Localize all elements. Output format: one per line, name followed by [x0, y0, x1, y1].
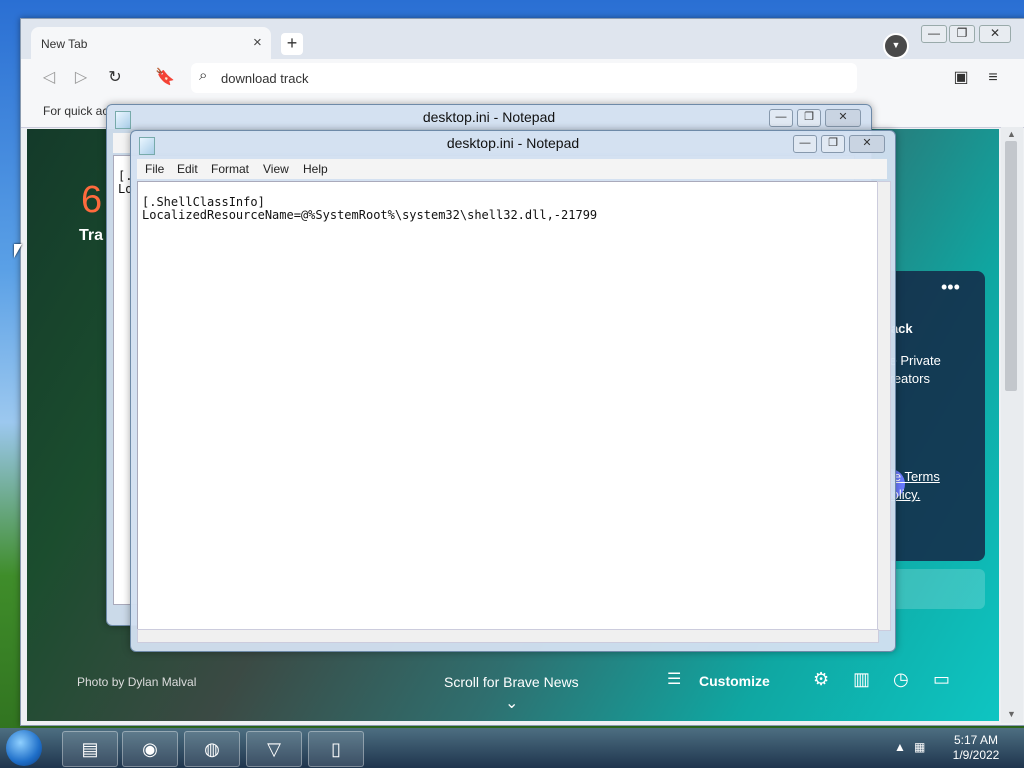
tab-strip: New Tab × + ▼ — ❐ ✕ — [21, 19, 1024, 59]
restore-button[interactable]: ❐ — [797, 109, 821, 127]
notepad-window-front[interactable]: desktop.ini - Notepad — ❐ ✕ File Edit Fo… — [130, 130, 896, 652]
file-explorer-icon[interactable]: ▤ — [62, 731, 118, 767]
network-icon[interactable]: ▦ — [914, 740, 925, 754]
close-button[interactable]: ✕ — [849, 135, 885, 153]
scroll-news-label[interactable]: Scroll for Brave News — [444, 674, 579, 690]
menu-help[interactable]: Help — [303, 162, 328, 176]
tab-close-icon[interactable]: × — [253, 34, 262, 51]
bookmarks-hint: For quick ac — [43, 104, 109, 118]
menu-edit[interactable]: Edit — [177, 162, 198, 176]
wallet-icon[interactable]: ▣ — [951, 68, 971, 88]
menu-view[interactable]: View — [263, 162, 289, 176]
stats-label: Tra — [79, 227, 104, 244]
bookmarks-icon[interactable]: ▥ — [853, 669, 870, 690]
history-icon[interactable]: ◷ — [893, 669, 909, 690]
vertical-scrollbar[interactable] — [877, 181, 891, 631]
sliders-icon[interactable]: ☰ — [667, 669, 681, 689]
close-button[interactable]: ✕ — [979, 25, 1011, 43]
restore-button[interactable]: ❐ — [949, 25, 975, 43]
stats-number: 6 — [81, 179, 103, 221]
firefox-icon[interactable]: ◉ — [122, 731, 178, 767]
forward-icon[interactable]: ▷ — [71, 68, 91, 88]
menu-file[interactable]: File — [145, 162, 164, 176]
scroll-down-icon[interactable]: ▼ — [1007, 709, 1016, 719]
text-editor[interactable]: [.ShellClassInfo] LocalizedResourceName=… — [137, 181, 879, 631]
back-icon[interactable]: ◁ — [39, 68, 59, 88]
chrome-icon[interactable]: ◍ — [184, 731, 240, 767]
clock[interactable]: 5:17 AM 1/9/2022 — [948, 733, 1004, 763]
horizontal-scrollbar[interactable] — [137, 629, 879, 643]
video-icon[interactable]: ▭ — [933, 669, 950, 690]
start-button[interactable] — [6, 730, 42, 766]
bookmark-icon[interactable]: 🔖 — [155, 68, 175, 88]
tab-title: New Tab — [41, 37, 88, 51]
address-bar[interactable]: ⌕ download track — [191, 63, 857, 93]
address-text: download track — [221, 71, 309, 86]
browser-toolbar: ◁ ▷ ↻ 🔖 ⌕ download track ▣ ≡ — [21, 59, 1024, 97]
tray-chevron-icon[interactable]: ▲ — [894, 740, 906, 754]
menu-format[interactable]: Format — [211, 162, 249, 176]
tab-new-tab[interactable]: New Tab × — [31, 27, 271, 59]
brave-icon[interactable]: ▽ — [246, 731, 302, 767]
notepad-taskbar-icon[interactable]: ▯ — [308, 731, 364, 767]
editor-content: [.ShellClassInfo] LocalizedResourceName=… — [142, 195, 598, 222]
mouse-cursor — [14, 244, 22, 258]
clock-date: 1/9/2022 — [952, 748, 1000, 762]
search-icon: ⌕ — [199, 67, 208, 84]
chevron-down-icon[interactable]: ⌄ — [505, 693, 518, 713]
restore-button[interactable]: ❐ — [821, 135, 845, 153]
scroll-up-icon[interactable]: ▲ — [1007, 129, 1016, 139]
more-options-icon[interactable]: ••• — [941, 277, 960, 298]
menu-icon[interactable]: ≡ — [983, 68, 1003, 88]
minimize-button[interactable]: — — [921, 25, 947, 43]
minimize-button[interactable]: — — [769, 109, 793, 127]
photo-credit[interactable]: Photo by Dylan Malval — [77, 675, 196, 689]
close-button[interactable]: ✕ — [825, 109, 861, 127]
scroll-thumb[interactable] — [1005, 141, 1017, 391]
gear-icon[interactable]: ⚙ — [813, 669, 829, 690]
page-scrollbar[interactable]: ▲ ▼ — [1001, 127, 1023, 723]
profile-icon[interactable]: ▼ — [883, 33, 909, 59]
minimize-button[interactable]: — — [793, 135, 817, 153]
reload-icon[interactable]: ↻ — [105, 68, 125, 88]
new-tab-button[interactable]: + — [281, 33, 303, 55]
window-title: desktop.ini - Notepad — [422, 109, 556, 125]
customize-button[interactable]: Customize — [699, 673, 770, 689]
window-title: desktop.ini - Notepad — [446, 135, 580, 151]
taskbar: ▤ ◉ ◍ ▽ ▯ ▲ ▦ 5:17 AM 1/9/2022 — [0, 728, 1024, 768]
clock-time: 5:17 AM — [953, 733, 999, 747]
menu-bar: File Edit Format View Help — [137, 159, 887, 179]
